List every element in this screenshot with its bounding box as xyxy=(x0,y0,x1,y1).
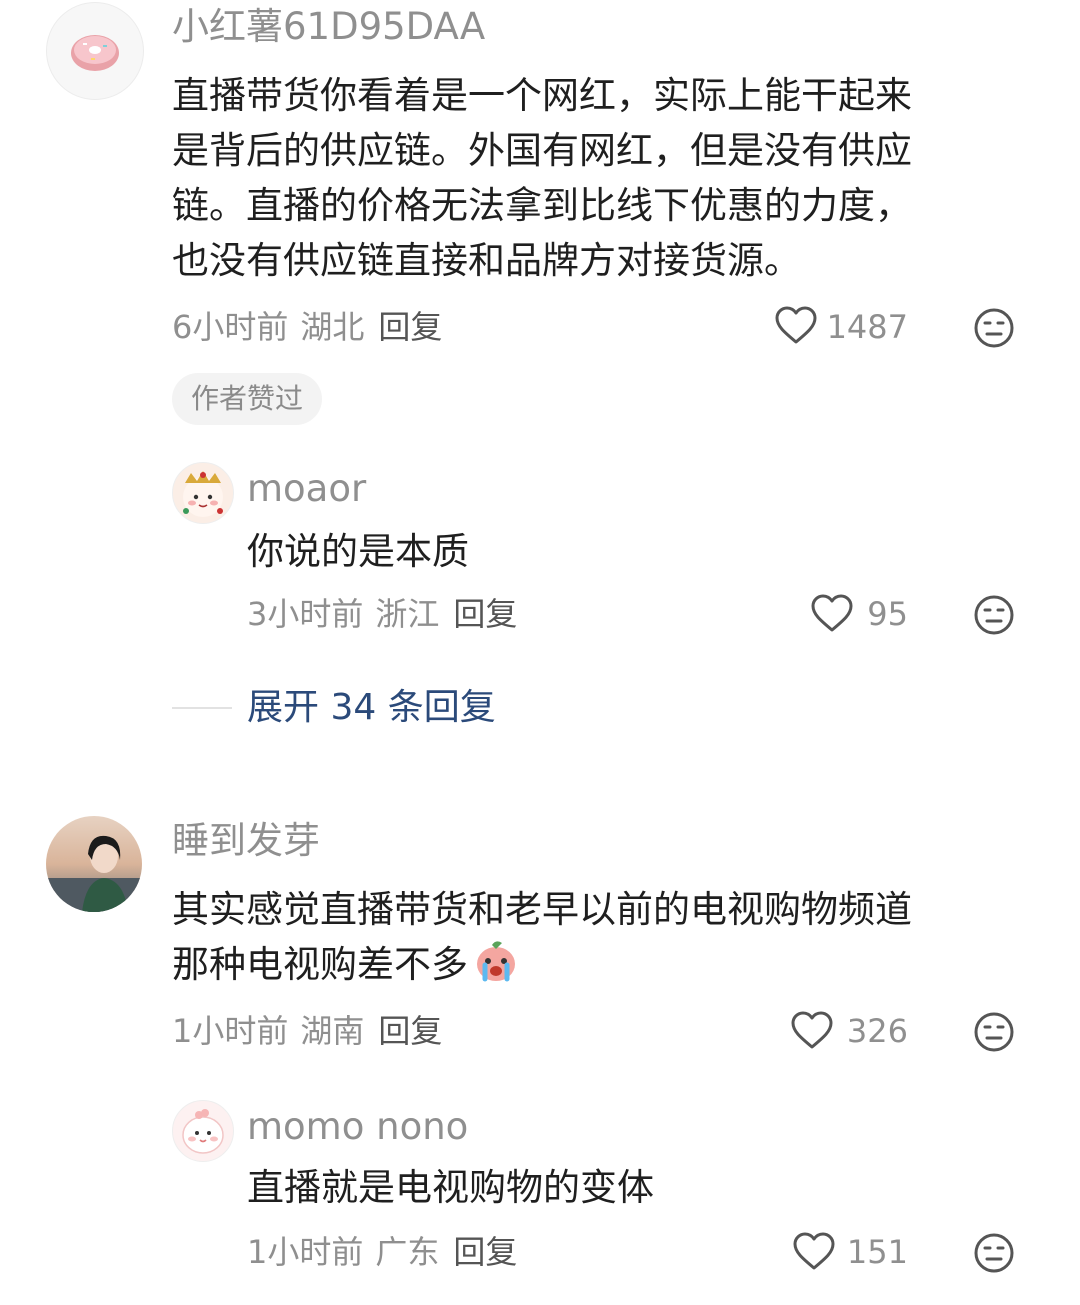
comment-content-line: 是背后的供应链。外国有网红，但是没有供应 xyxy=(172,129,912,172)
reply-content: 直播就是电视购物的变体 xyxy=(247,1166,654,1209)
like-count: 1487 xyxy=(826,308,908,346)
reply-author[interactable]: moaor xyxy=(247,470,366,507)
reply-button[interactable]: 回复 xyxy=(378,1012,442,1050)
neutral-face-icon[interactable] xyxy=(973,307,1015,349)
comment-content: 其实感觉直播带货和老早以前的电视购物频道 那种电视购差不多 xyxy=(172,882,1032,992)
comment-meta: 1小时前 湖南 回复 xyxy=(172,1015,442,1047)
comment-content-line: 其实感觉直播带货和老早以前的电视购物频道 xyxy=(172,888,912,931)
comment-content-line: 直播带货你看着是一个网红，实际上能干起来 xyxy=(172,74,912,117)
avatar[interactable] xyxy=(46,2,144,100)
comment-content: 直播带货你看着是一个网红，实际上能干起来 是背后的供应链。外国有网红，但是没有供… xyxy=(172,68,1032,288)
reply-button[interactable]: 回复 xyxy=(453,1233,517,1271)
like-count: 326 xyxy=(846,1012,908,1050)
reply-content: 你说的是本质 xyxy=(247,530,469,573)
reply-location: 广东 xyxy=(375,1233,440,1271)
neutral-face-icon[interactable] xyxy=(973,1011,1015,1053)
neutral-face-icon[interactable] xyxy=(973,594,1015,636)
expand-divider xyxy=(172,707,232,709)
reply-meta: 3小时前 浙江 回复 xyxy=(247,598,517,630)
reply-author[interactable]: momo nono xyxy=(247,1108,468,1145)
comment-author[interactable]: 小红薯61D95DAA xyxy=(172,8,485,45)
crying-sticker-emoji xyxy=(477,941,515,982)
cartoon-avatar-image xyxy=(183,471,223,517)
reply-button[interactable]: 回复 xyxy=(453,595,517,633)
like-count: 151 xyxy=(846,1233,908,1271)
reply-time: 3小时前 xyxy=(247,595,364,633)
reply-location: 浙江 xyxy=(375,595,440,633)
neutral-face-icon[interactable] xyxy=(973,1232,1015,1274)
author-liked-badge: 作者赞过 xyxy=(172,373,323,425)
comment-time: 1小时前 xyxy=(172,1012,289,1050)
donut-avatar-image xyxy=(71,35,119,71)
comment-content-line: 链。直播的价格无法拿到比线下优惠的力度， xyxy=(172,184,912,227)
comment-location: 湖南 xyxy=(300,1012,365,1050)
expand-replies-button[interactable]: 展开 34 条回复 xyxy=(247,690,496,726)
comment-content-text: 那种电视购差不多 xyxy=(172,943,468,986)
photo-avatar-image xyxy=(46,816,142,912)
avatar[interactable] xyxy=(172,462,234,524)
cartoon-avatar-image xyxy=(182,1109,224,1154)
comment-time: 6小时前 xyxy=(172,308,289,346)
like-count: 95 xyxy=(867,595,908,633)
comment-meta: 6小时前 湖北 回复 xyxy=(172,311,442,343)
reply-button[interactable]: 回复 xyxy=(378,308,442,346)
reply-time: 1小时前 xyxy=(247,1233,364,1271)
reply-meta: 1小时前 广东 回复 xyxy=(247,1236,517,1268)
comment-location: 湖北 xyxy=(300,308,365,346)
comment-author[interactable]: 睡到发芽 xyxy=(172,822,320,859)
avatar[interactable] xyxy=(46,816,142,912)
comment-content-line: 也没有供应链直接和品牌方对接货源。 xyxy=(172,239,801,282)
comment-content-line: 那种电视购差不多 xyxy=(172,937,1032,992)
avatar[interactable] xyxy=(172,1100,234,1162)
